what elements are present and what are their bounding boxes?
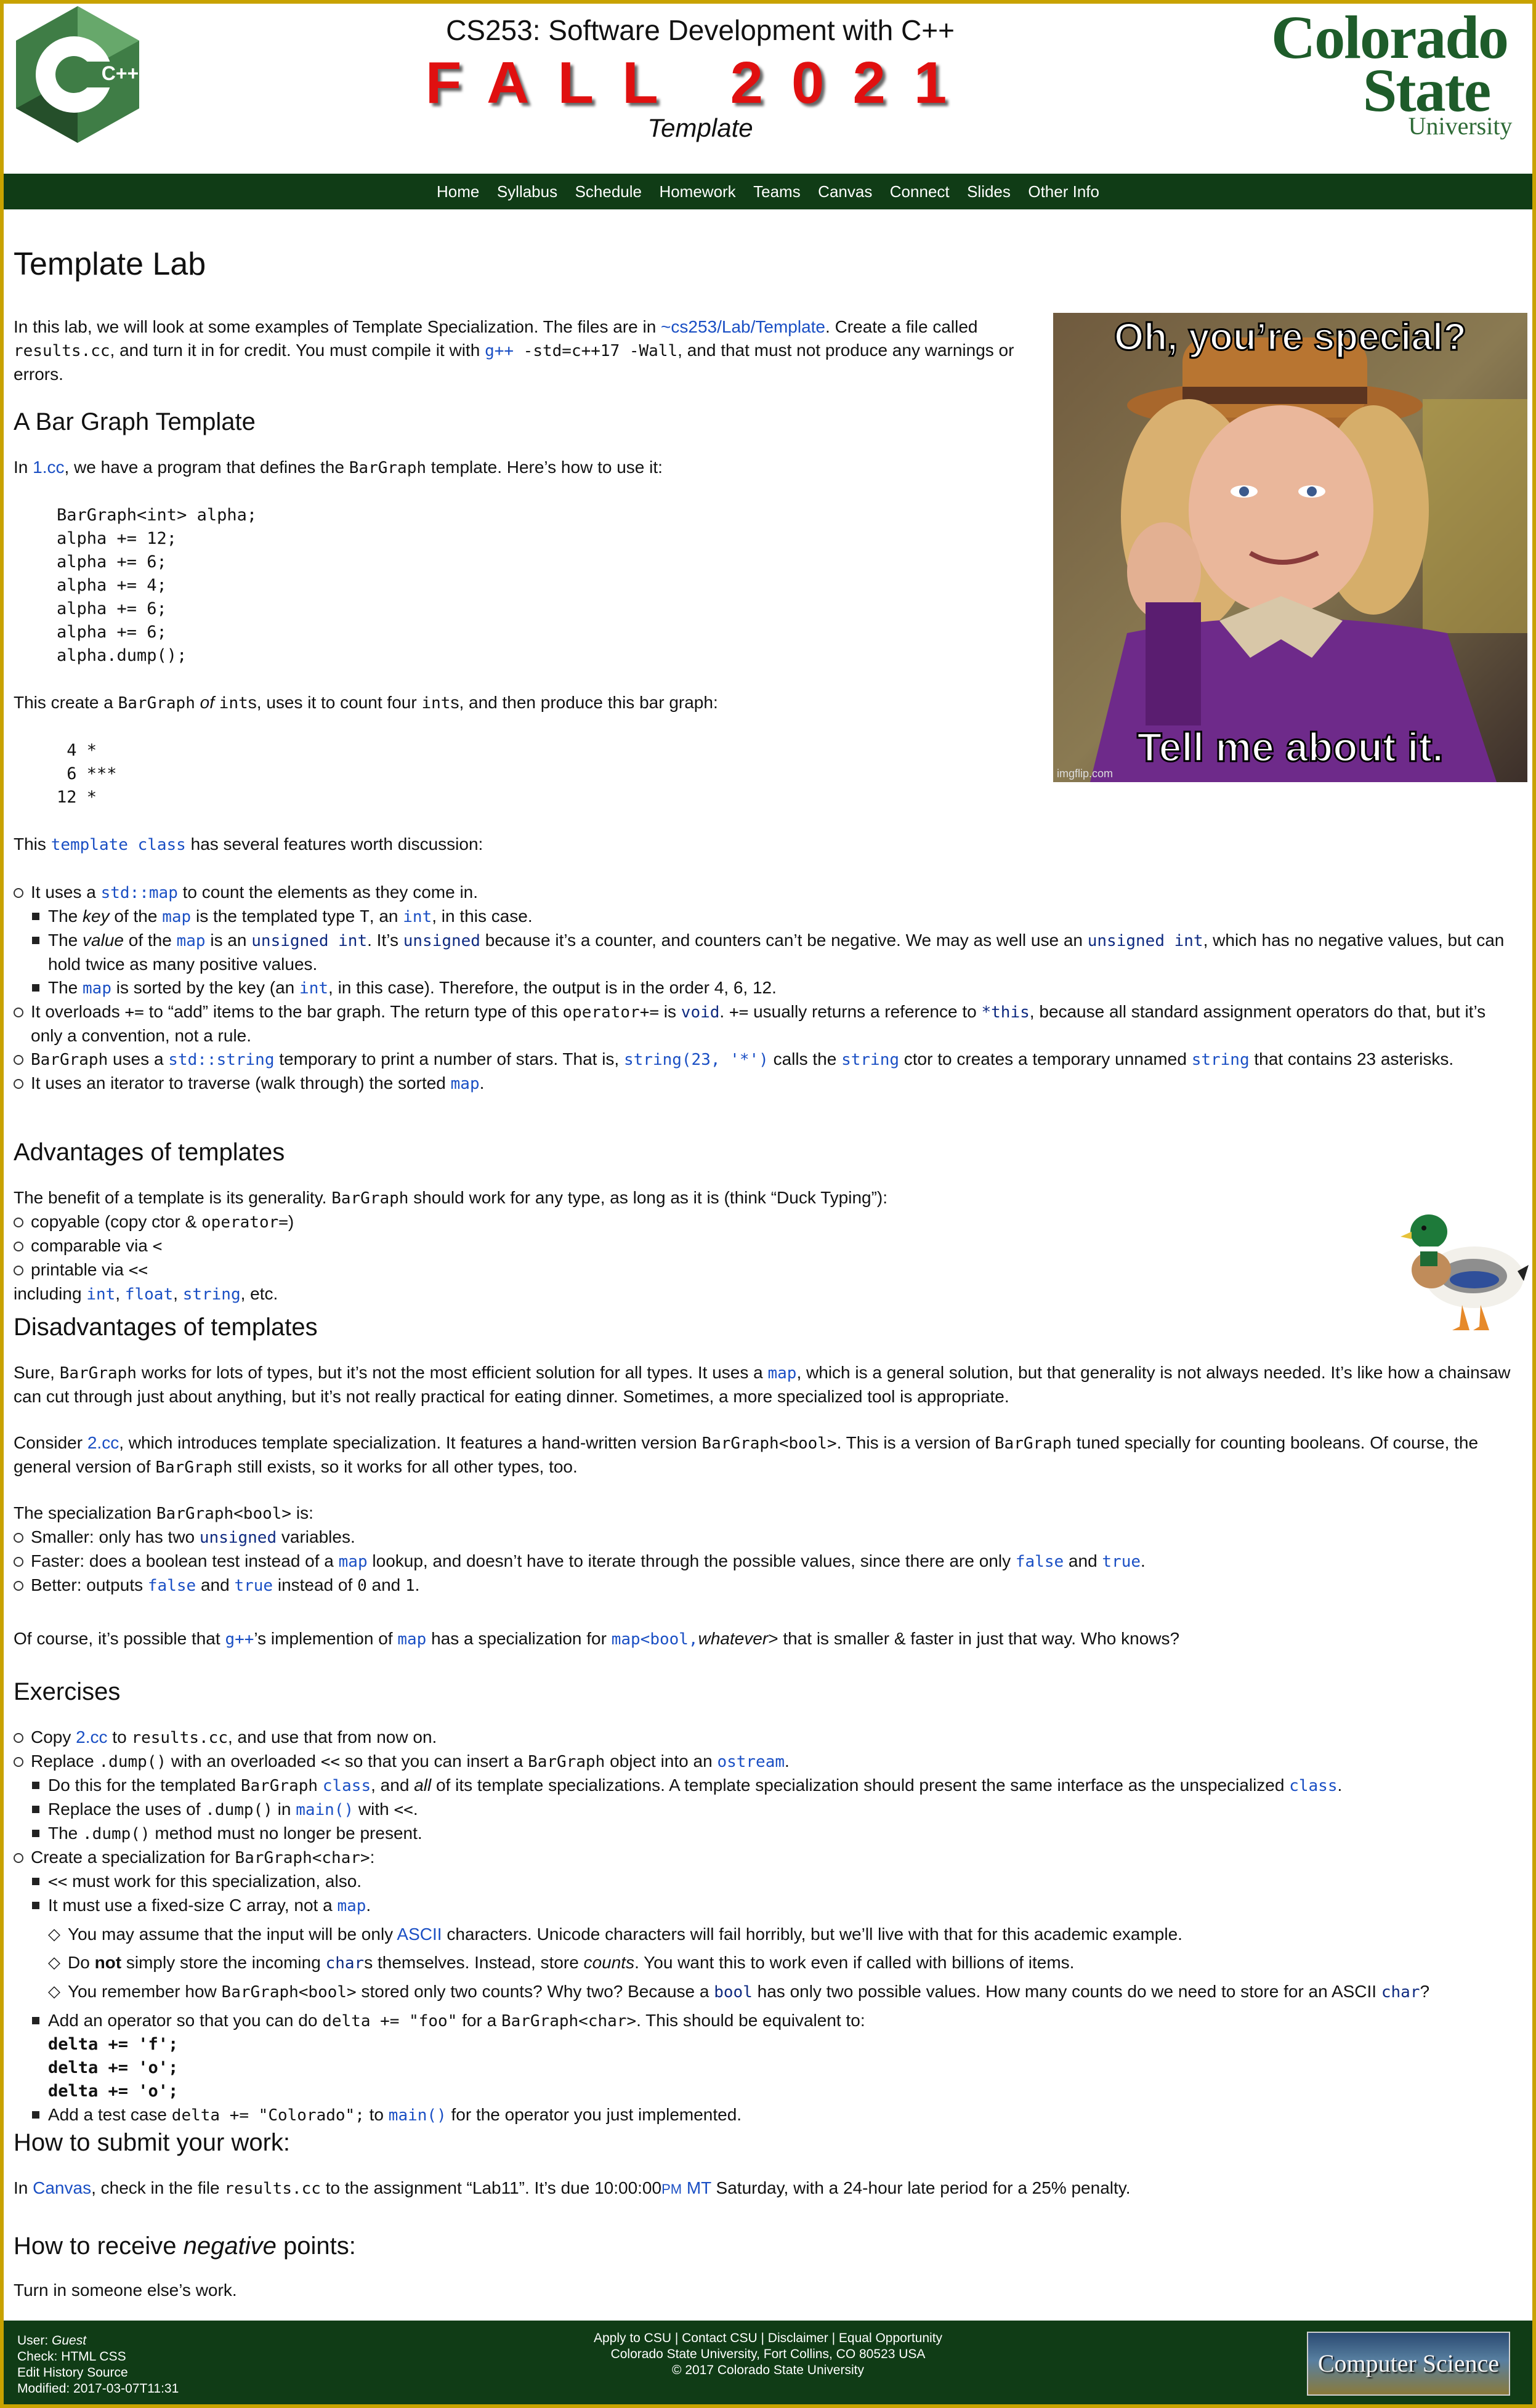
list-item: Replace .dump() with an overloaded << so… — [14, 1750, 1516, 1846]
csu-logo[interactable]: Colorado State University — [1260, 7, 1519, 139]
heading-submit: How to submit your work: — [14, 2129, 291, 2156]
disadvantages-p4: Of course, it’s possible that g++’s impl… — [14, 1629, 1180, 1649]
csu-logo-line2: State — [1362, 56, 1492, 124]
heading-advantages: Advantages of templates — [14, 1139, 285, 1166]
advantages-section: The benefit of a template is its general… — [14, 1186, 1368, 1306]
list-item: Do this for the templated BarGraph class… — [31, 1774, 1516, 1798]
page-subtitle: Template — [647, 113, 753, 142]
nav-teams[interactable]: Teams — [753, 182, 801, 201]
list-item: Smaller: only has two unsigned variables… — [14, 1525, 1516, 1549]
duck-icon — [1401, 1214, 1529, 1330]
ascii-link[interactable]: ASCII — [397, 1925, 442, 1944]
footer-links[interactable]: Apply to CSU | Contact CSU | Disclaimer … — [4, 2330, 1532, 2346]
list-item: You may assume that the input will be on… — [48, 1923, 1516, 1946]
bar-graph-explain: This create a BarGraph of ints, uses it … — [14, 693, 718, 713]
list-item: The map is sorted by the key (an int, in… — [31, 976, 1516, 1000]
disadvantages-p2: Consider 2.cc, which introduces template… — [14, 1433, 1479, 1477]
list-item: The .dump() method must no longer be pre… — [31, 1822, 1516, 1846]
submit-paragraph: In Canvas, check in the file results.cc … — [14, 2178, 1131, 2198]
intro-paragraph: In this lab, we will look at some exampl… — [14, 317, 1014, 384]
page-title: Template Lab — [14, 246, 206, 282]
main-navbar: Home Syllabus Schedule Homework Teams Ca… — [4, 174, 1532, 209]
site-footer: User: Guest Check: HTML CSS Edit History… — [4, 2321, 1532, 2404]
list-item: It uses an iterator to traverse (walk th… — [14, 1072, 1516, 1096]
lab-dir-link[interactable]: ~cs253/Lab/Template — [661, 317, 825, 336]
advantages-tail: including int, float, string, etc. — [14, 1284, 278, 1304]
list-item: Better: outputs false and true instead o… — [14, 1574, 1516, 1598]
negative-paragraph: Turn in someone else’s work. — [14, 2281, 237, 2300]
list-item: Replace the uses of .dump() in main() wi… — [31, 1798, 1516, 1822]
exercises-list: Copy 2.cc to results.cc, and use that fr… — [14, 1726, 1516, 2127]
meme-bottom-text: Tell me about it. — [1137, 724, 1443, 770]
list-item: The value of the map is an unsigned int.… — [31, 929, 1516, 976]
file-2cc-link-2[interactable]: 2.cc — [76, 1727, 107, 1747]
list-item: printable via << — [14, 1258, 1368, 1282]
footer-address: Colorado State University, Fort Collins,… — [610, 2347, 926, 2361]
meme-top-text: Oh, you’re special? — [1114, 316, 1466, 358]
advantages-intro: The benefit of a template is its general… — [14, 1188, 888, 1208]
list-item: Add an operator so that you can do delta… — [31, 2009, 1516, 2103]
list-item: It overloads += to “add” items to the ba… — [14, 1000, 1516, 1048]
nav-schedule[interactable]: Schedule — [575, 182, 642, 201]
features-list: It uses a std::map to count the elements… — [14, 881, 1516, 1096]
list-item: Do not simply store the incoming chars t… — [48, 1951, 1516, 1975]
specialization-intro: The specialization BarGraph<bool> is: — [14, 1503, 313, 1523]
nav-slides[interactable]: Slides — [967, 182, 1011, 201]
nav-connect[interactable]: Connect — [890, 182, 950, 201]
delta-code-block: delta += 'f'; delta += 'o'; delta += 'o'… — [48, 2035, 179, 2101]
list-item: copyable (copy ctor & operator=) — [14, 1210, 1368, 1234]
csu-logo-line3: University — [1408, 112, 1513, 140]
nav-canvas[interactable]: Canvas — [818, 182, 872, 201]
footer-copyright: © 2017 Colorado State University — [672, 2363, 864, 2377]
bar-graph-intro: In 1.cc, we have a program that defines … — [14, 458, 663, 477]
disadvantages-p1: Sure, BarGraph works for lots of types, … — [14, 1363, 1511, 1406]
list-item: Copy 2.cc to results.cc, and use that fr… — [14, 1726, 1516, 1750]
list-item: Create a specialization for BarGraph<cha… — [14, 1846, 1516, 2127]
list-item: You remember how BarGraph<bool> stored o… — [48, 1980, 1516, 2004]
specialization-section: The specialization BarGraph<bool> is: Sm… — [14, 1501, 1516, 1598]
list-item: Add a test case delta += "Colorado"; to … — [31, 2103, 1516, 2127]
heading-disadvantages: Disadvantages of templates — [14, 1314, 318, 1341]
file-1cc-link[interactable]: 1.cc — [33, 458, 64, 477]
list-item: BarGraph uses a std::string temporary to… — [14, 1048, 1516, 1072]
meme-image: Oh, you’re special? Tell me about it. im… — [1053, 313, 1527, 782]
footer-center: Apply to CSU | Contact CSU | Disclaimer … — [4, 2330, 1532, 2378]
cs-department-badge[interactable]: Computer Science — [1307, 2332, 1510, 2396]
list-item: Faster: does a boolean test instead of a… — [14, 1549, 1516, 1574]
list-item: It must use a fixed-size C array, not a … — [31, 1894, 1516, 2004]
list-item: comparable via < — [14, 1234, 1368, 1258]
nav-home[interactable]: Home — [437, 182, 479, 201]
heading-negative: How to receive negative points: — [14, 2232, 356, 2260]
course-title: CS253: Software Development with C++ — [446, 14, 955, 46]
footer-modified: Modified: 2017-03-07T11:31 — [17, 2382, 179, 2396]
list-item: It uses a std::map to count the elements… — [14, 881, 1516, 1000]
list-item: << must work for this specialization, al… — [31, 1870, 1516, 1894]
template-class-intro: This template class has several features… — [14, 834, 483, 854]
page-frame: C++ CS253: Software Development with C++… — [4, 4, 1532, 2404]
heading-exercises: Exercises — [14, 1678, 121, 1705]
nav-other-info[interactable]: Other Info — [1028, 182, 1099, 201]
file-2cc-link[interactable]: 2.cc — [87, 1433, 119, 1452]
site-header: C++ CS253: Software Development with C++… — [4, 4, 1532, 174]
meme-credit: imgflip.com — [1057, 767, 1113, 780]
bar-graph-output: 4 * 6 *** 12 * — [57, 741, 117, 807]
canvas-link[interactable]: Canvas — [33, 2178, 91, 2197]
list-item: The key of the map is the templated type… — [31, 905, 1516, 929]
semester-banner: FALL 2021 — [425, 50, 976, 116]
nav-homework[interactable]: Homework — [659, 182, 735, 201]
heading-bar-graph: A Bar Graph Template — [14, 408, 256, 435]
usage-code-block: BarGraph<int> alpha; alpha += 12; alpha … — [57, 506, 257, 665]
nav-syllabus[interactable]: Syllabus — [497, 182, 557, 201]
